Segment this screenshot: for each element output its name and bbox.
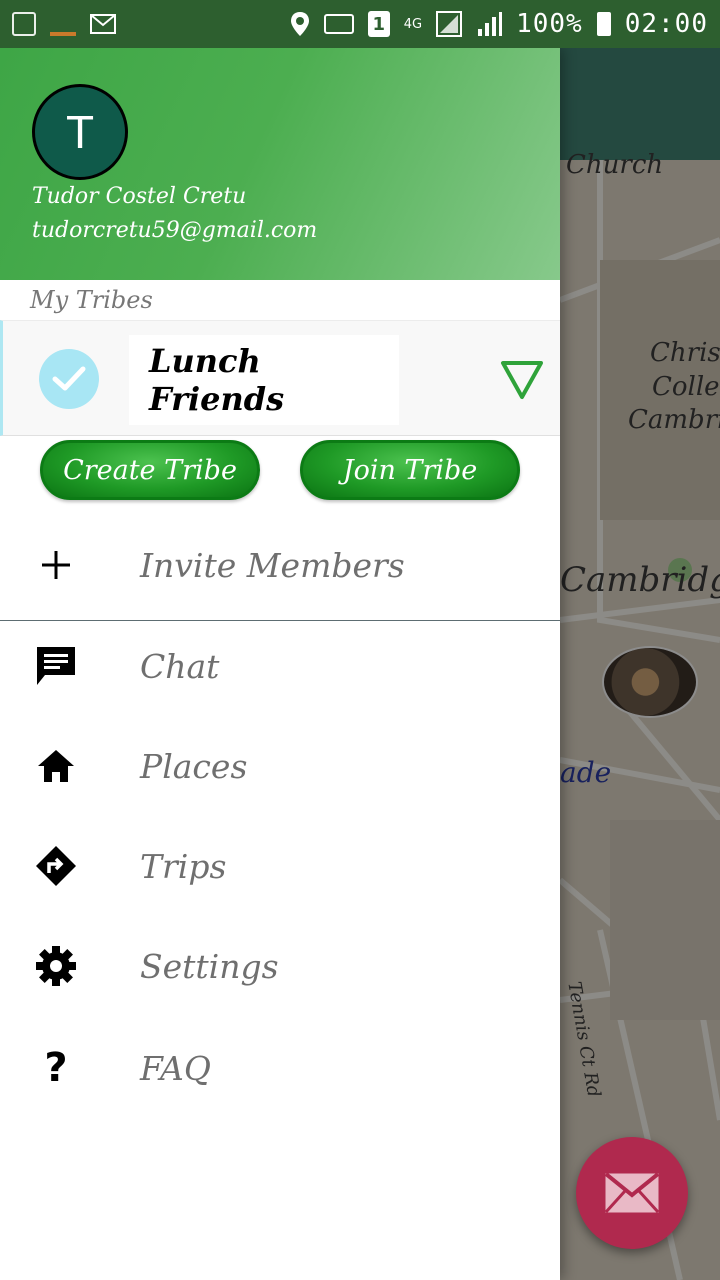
network-type-label: 4G bbox=[403, 16, 423, 32]
app-notification-icon bbox=[50, 12, 76, 36]
selected-tribe-name: Lunch Friends bbox=[149, 342, 285, 418]
profile-name: Tudor Costel Cretu bbox=[32, 184, 247, 209]
menu-label-trips: Trips bbox=[140, 846, 227, 886]
menu-item-places[interactable]: Places bbox=[0, 721, 560, 811]
sim-slot-badge: 1 bbox=[367, 11, 390, 37]
plus-icon bbox=[34, 543, 78, 587]
signal-icon bbox=[436, 11, 463, 37]
profile-avatar[interactable]: T bbox=[32, 84, 128, 180]
join-tribe-button[interactable]: Join Tribe bbox=[300, 440, 520, 500]
profile-email: tudorcretu59@gmail.com bbox=[32, 218, 318, 243]
menu-label-faq: FAQ bbox=[140, 1048, 211, 1088]
battery-percentage: 100% bbox=[516, 9, 583, 39]
gmail-icon bbox=[90, 14, 116, 34]
directions-icon bbox=[34, 844, 78, 888]
clock: 02:00 bbox=[624, 9, 708, 39]
vibrate-icon bbox=[323, 14, 354, 34]
gallery-icon bbox=[12, 12, 36, 36]
message-fab[interactable] bbox=[576, 1137, 688, 1249]
create-tribe-button[interactable]: Create Tribe bbox=[40, 440, 260, 500]
location-icon bbox=[290, 12, 309, 36]
menu-label-chat: Chat bbox=[140, 646, 220, 686]
menu-item-trips[interactable]: Trips bbox=[0, 821, 560, 911]
menu-label-places: Places bbox=[140, 746, 248, 786]
home-icon bbox=[34, 744, 78, 788]
gear-icon bbox=[34, 944, 78, 988]
signal-roaming-icon bbox=[478, 12, 503, 36]
navigation-drawer: T Tudor Costel Cretu tudorcretu59@gmail.… bbox=[0, 48, 560, 1280]
drawer-header: T Tudor Costel Cretu tudorcretu59@gmail.… bbox=[0, 48, 560, 280]
chat-icon bbox=[34, 644, 78, 688]
tribe-selector[interactable]: Lunch Friends bbox=[0, 320, 560, 436]
battery-icon bbox=[596, 12, 611, 36]
my-tribes-label: My Tribes bbox=[30, 286, 153, 314]
menu-item-chat[interactable]: Chat bbox=[0, 621, 560, 711]
triangle-down-icon[interactable] bbox=[499, 357, 545, 403]
tribe-name-box: Lunch Friends bbox=[129, 335, 399, 425]
check-circle-icon bbox=[39, 349, 99, 409]
invite-members-label: Invite Members bbox=[140, 545, 405, 585]
status-bar: 1 4G 100% 02:00 bbox=[0, 0, 720, 48]
menu-label-settings: Settings bbox=[140, 946, 279, 986]
question-icon: ? bbox=[44, 1045, 68, 1091]
menu-item-invite-members[interactable]: Invite Members bbox=[0, 520, 560, 610]
menu-item-faq[interactable]: ? FAQ bbox=[0, 1023, 560, 1113]
mail-icon bbox=[605, 1173, 659, 1213]
menu-item-settings[interactable]: Settings bbox=[0, 921, 560, 1011]
